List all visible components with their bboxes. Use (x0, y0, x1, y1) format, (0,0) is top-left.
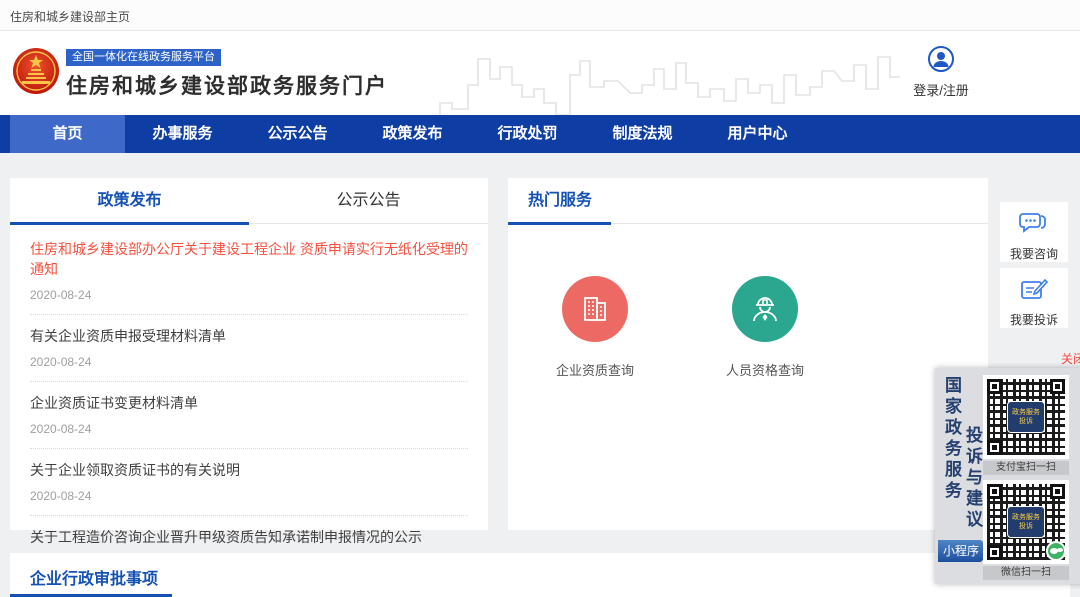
news-date: 2020-08-24 (30, 288, 468, 302)
qr-finder (987, 484, 1002, 499)
close-widget-link[interactable]: 关闭 (1061, 350, 1080, 367)
nav-item-services[interactable]: 办事服务 (125, 115, 240, 153)
consult-button[interactable]: 我要咨询 (1000, 202, 1068, 262)
nav-item-policy[interactable]: 政策发布 (355, 115, 470, 153)
hot-services-panel: 热门服务 企业资质查询 (508, 178, 988, 530)
login-register-label: 登录/注册 (906, 80, 976, 99)
enterprise-approval-title: 企业行政审批事项 (30, 565, 158, 589)
qr-finder (987, 379, 1002, 394)
news-title: 关于工程造价咨询企业晋升甲级资质告知承诺制申报情况的公示 (30, 527, 468, 547)
qr-center-label: 政务服务投诉 (1007, 401, 1045, 433)
nav-item-penalties[interactable]: 行政处罚 (470, 115, 585, 153)
enterprise-approval-panel: 企业行政审批事项 (10, 553, 1070, 597)
header: 全国一体化在线政务服务平台 住房和城乡建设部政务服务门户 登录/注册 (0, 31, 1080, 115)
hot-services-title: 热门服务 (528, 178, 592, 223)
service-label: 企业资质查询 (556, 360, 634, 379)
nav-item-regulations[interactable]: 制度法规 (585, 115, 700, 153)
service-personnel-qualification[interactable]: 人员资格查询 (726, 276, 804, 379)
wechat-scan-caption: 微信扫一扫 (983, 566, 1069, 580)
news-item[interactable]: 住房和城乡建设部办公厅关于建设工程企业 资质申请实行无纸化受理的通知 2020-… (30, 228, 468, 315)
tab-public-announcement[interactable]: 公示公告 (249, 178, 488, 223)
alipay-qr-code: 政务服务投诉 (983, 375, 1069, 459)
news-item[interactable]: 有关企业资质申报受理材料清单 2020-08-24 (30, 315, 468, 382)
tab-policy-release[interactable]: 政策发布 (10, 178, 249, 223)
service-enterprise-qualification[interactable]: 企业资质查询 (556, 276, 634, 379)
news-list: 住房和城乡建设部办公厅关于建设工程企业 资质申请实行无纸化受理的通知 2020-… (10, 224, 488, 582)
nav-item-user-center[interactable]: 用户中心 (700, 115, 815, 153)
services-row: 企业资质查询 人员资格查询 (508, 224, 988, 379)
qr-finder (987, 440, 1002, 455)
ministry-home-link[interactable]: 住房和城乡建设部主页 (10, 8, 130, 25)
news-panel: 政策发布 公示公告 住房和城乡建设部办公厅关于建设工程企业 资质申请实行无纸化受… (10, 178, 488, 530)
complaint-icon (1019, 277, 1049, 303)
platform-badge: 全国一体化在线政务服务平台 (66, 49, 221, 66)
news-title: 企业资质证书变更材料清单 (30, 393, 468, 413)
chat-icon (1019, 211, 1049, 237)
news-title: 有关企业资质申报受理材料清单 (30, 326, 468, 346)
complaint-button[interactable]: 我要投诉 (1000, 268, 1068, 328)
worker-icon (732, 276, 798, 342)
news-title: 住房和城乡建设部办公厅关于建设工程企业 资质申请实行无纸化受理的通知 (30, 239, 468, 279)
widget-vertical-title-2: 投诉与建议 (960, 426, 985, 531)
header-title-block: 全国一体化在线政务服务平台 住房和城乡建设部政务服务门户 (66, 47, 388, 100)
city-skyline-graphic (438, 45, 900, 115)
hot-services-header: 热门服务 (508, 178, 988, 224)
service-label: 人员资格查询 (726, 360, 804, 379)
news-date: 2020-08-24 (30, 422, 468, 436)
news-title: 关于企业领取资质证书的有关说明 (30, 460, 468, 480)
news-date: 2020-08-24 (30, 489, 468, 503)
qr-finder (1050, 484, 1065, 499)
wechat-qr-code: 政务服务投诉 (983, 480, 1069, 564)
complaint-label: 我要投诉 (1000, 311, 1068, 328)
qr-center-label: 政务服务投诉 (1007, 506, 1045, 538)
nav-item-announcements[interactable]: 公示公告 (240, 115, 355, 153)
topbar: 住房和城乡建设部主页 (0, 0, 1080, 31)
national-emblem-logo (12, 47, 60, 95)
nav-item-home[interactable]: 首页 (10, 115, 125, 153)
page-title: 住房和城乡建设部政务服务门户 (66, 70, 388, 100)
qr-finder (987, 545, 1002, 560)
news-tabs: 政策发布 公示公告 (10, 178, 488, 224)
alipay-scan-caption: 支付宝扫一扫 (983, 461, 1069, 475)
main-nav: 首页 办事服务 公示公告 政策发布 行政处罚 制度法规 用户中心 (0, 115, 1080, 153)
building-icon (562, 276, 628, 342)
page: 住房和城乡建设部主页 全国一体化在线政务服务平台 住房和城乡建设部政务服务门户 (0, 0, 1080, 597)
login-register-button[interactable]: 登录/注册 (906, 46, 976, 99)
gov-complaint-widget: 国家政务服务 投诉与建议 小程序 政务服务投诉 支付宝扫一扫 政务服务投诉 微信… (935, 368, 1080, 584)
qr-finder (1050, 379, 1065, 394)
wechat-icon (1046, 541, 1066, 561)
user-avatar-icon (928, 46, 954, 72)
consult-label: 我要咨询 (1000, 245, 1068, 262)
news-item[interactable]: 企业资质证书变更材料清单 2020-08-24 (30, 382, 468, 449)
news-item[interactable]: 关于企业领取资质证书的有关说明 2020-08-24 (30, 449, 468, 516)
news-date: 2020-08-24 (30, 355, 468, 369)
